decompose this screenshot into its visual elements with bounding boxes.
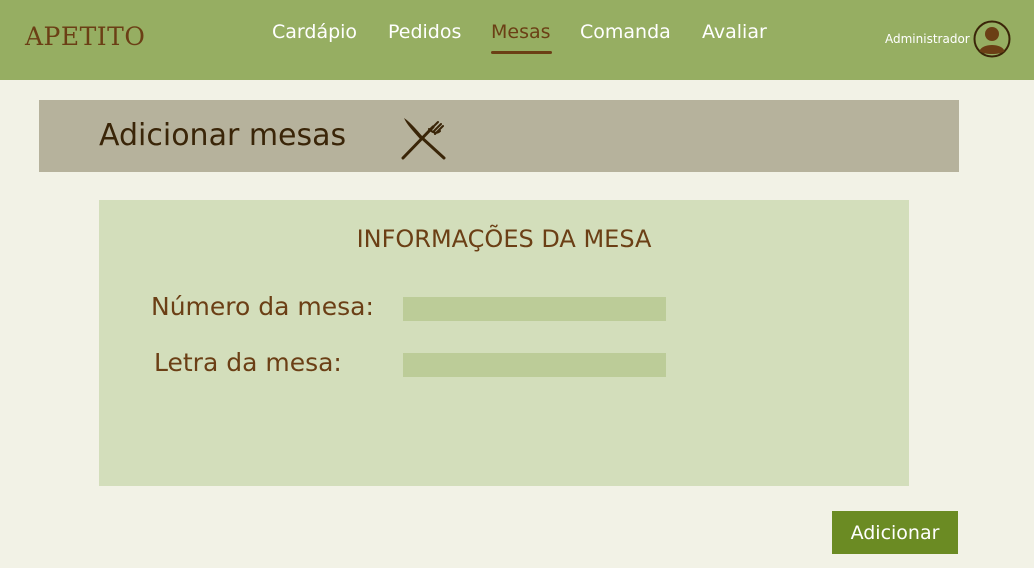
- table-letter-input[interactable]: [403, 353, 666, 377]
- user-avatar-icon[interactable]: [973, 20, 1011, 58]
- nav-item-pedidos[interactable]: Pedidos: [388, 21, 461, 43]
- table-info-panel: INFORMAÇÕES DA MESA Número da mesa: Letr…: [99, 200, 909, 486]
- nav-item-cardapio[interactable]: Cardápio: [272, 21, 357, 43]
- top-navbar: APETITO Cardápio Pedidos Mesas Comanda A…: [0, 0, 1034, 80]
- app-logo[interactable]: APETITO: [25, 22, 145, 51]
- page-title: Adicionar mesas: [99, 118, 347, 153]
- page-title-bar: Adicionar mesas: [39, 100, 959, 172]
- panel-heading: INFORMAÇÕES DA MESA: [356, 225, 652, 253]
- table-number-input[interactable]: [403, 297, 666, 321]
- add-button[interactable]: Adicionar: [832, 511, 958, 554]
- user-name-label[interactable]: Administrador: [885, 32, 970, 46]
- table-letter-label: Letra da mesa:: [154, 348, 342, 377]
- nav-item-comanda[interactable]: Comanda: [580, 21, 671, 43]
- nav-item-mesas[interactable]: Mesas: [491, 21, 551, 43]
- table-number-label: Número da mesa:: [151, 292, 374, 321]
- active-nav-indicator: [491, 51, 552, 54]
- fork-knife-icon: [401, 118, 446, 160]
- nav-item-avaliar[interactable]: Avaliar: [702, 21, 767, 43]
